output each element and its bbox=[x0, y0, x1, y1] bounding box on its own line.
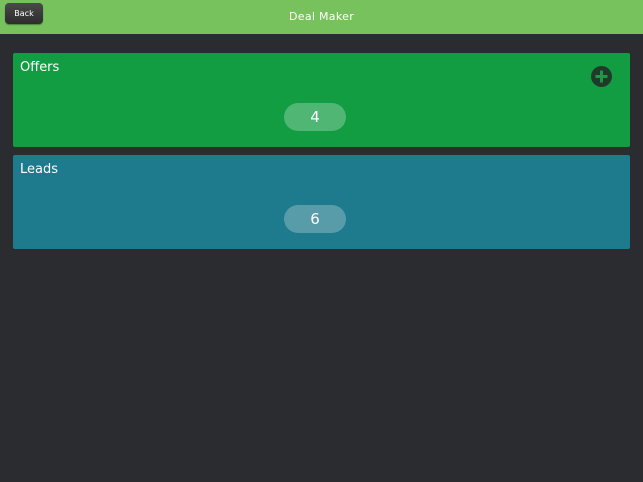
offers-card[interactable]: Offers 4 bbox=[13, 53, 630, 147]
offers-count-badge: 4 bbox=[284, 103, 346, 131]
back-button[interactable]: Back bbox=[5, 3, 43, 24]
leads-title: Leads bbox=[20, 162, 59, 177]
leads-card[interactable]: Leads 6 bbox=[13, 155, 630, 249]
page-title: Deal Maker bbox=[288, 10, 355, 23]
offers-title: Offers bbox=[20, 60, 60, 75]
add-offer-button[interactable] bbox=[591, 66, 612, 87]
navigation-bar: Deal Maker Back bbox=[0, 0, 643, 34]
leads-count-badge: 6 bbox=[284, 205, 346, 233]
plus-circle-icon bbox=[595, 70, 608, 83]
